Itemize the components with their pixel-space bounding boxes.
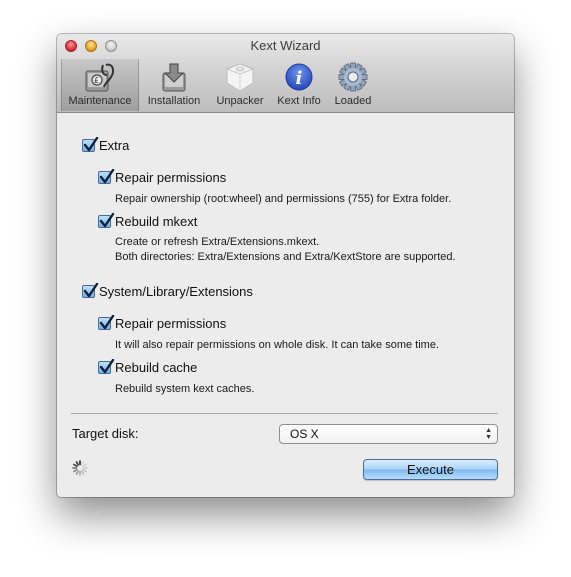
extra-repair-permissions-label: Repair permissions xyxy=(115,170,227,185)
tab-label: Maintenance xyxy=(68,95,132,107)
system-extensions-checkbox[interactable] xyxy=(82,283,99,298)
extra-repair-permissions-description: Repair ownership (root:wheel) and permis… xyxy=(115,193,452,205)
tab-unpacker[interactable]: Unpacker xyxy=(209,59,271,111)
tab-kext-info[interactable]: i Kext Info xyxy=(271,59,327,111)
disk-install-icon xyxy=(157,61,191,93)
system-extensions-label: System/Library/Extensions xyxy=(99,284,253,299)
tab-label: Installation xyxy=(147,95,201,107)
rebuild-mkext-description-line-2: Both directories: Extra/Extensions and E… xyxy=(115,251,456,263)
system-repair-permissions-description: It will also repair permissions on whole… xyxy=(115,339,440,351)
tab-installation[interactable]: Installation xyxy=(139,59,209,111)
execute-button[interactable]: Execute xyxy=(363,459,498,480)
extra-checkbox[interactable] xyxy=(82,137,99,152)
target-disk-label: Target disk: xyxy=(72,426,139,441)
system-repair-permissions-label: Repair permissions xyxy=(115,316,227,331)
gear-icon xyxy=(336,61,370,93)
progress-spinner-icon xyxy=(72,460,88,476)
info-icon: i xyxy=(282,61,316,93)
rebuild-cache-label: Rebuild cache xyxy=(115,360,198,375)
rebuild-cache-checkbox[interactable] xyxy=(98,359,115,374)
section-divider xyxy=(71,413,498,414)
svg-text:£: £ xyxy=(94,76,99,85)
tab-label: Loaded xyxy=(334,95,372,107)
disk-stethoscope-icon: £ xyxy=(83,61,117,93)
tab-loaded[interactable]: Loaded xyxy=(327,59,379,111)
maintenance-panel: Extra Repair permissions Repair ownershi… xyxy=(57,113,514,497)
target-disk-select[interactable]: OS X ▲ ▼ xyxy=(279,424,498,444)
system-repair-permissions-row[interactable]: Repair permissions xyxy=(98,315,227,331)
extra-checkbox-row[interactable]: Extra xyxy=(82,137,130,153)
extra-label: Extra xyxy=(99,138,130,153)
toolbar: £ Maintenance Installation Unpacker i Ke… xyxy=(61,59,379,111)
tab-maintenance[interactable]: £ Maintenance xyxy=(61,59,139,111)
updown-arrows-icon: ▲ ▼ xyxy=(485,427,492,441)
rebuild-mkext-description-line-1: Create or refresh Extra/Extensions.mkext… xyxy=(115,236,320,248)
target-disk-value: OS X xyxy=(290,427,319,441)
tab-label: Kext Info xyxy=(277,95,321,107)
rebuild-cache-description: Rebuild system kext caches. xyxy=(115,383,255,395)
title-bar: Kext Wizard £ Maintenance Installation U… xyxy=(57,34,514,113)
rebuild-mkext-row[interactable]: Rebuild mkext xyxy=(98,213,198,229)
extra-repair-permissions-checkbox[interactable] xyxy=(98,169,115,184)
svg-text:i: i xyxy=(296,68,303,89)
extra-repair-permissions-row[interactable]: Repair permissions xyxy=(98,169,227,185)
kext-wizard-window: Kext Wizard £ Maintenance Installation U… xyxy=(57,34,514,497)
package-box-icon xyxy=(223,61,257,93)
rebuild-mkext-label: Rebuild mkext xyxy=(115,214,198,229)
tab-label: Unpacker xyxy=(216,95,264,107)
window-title: Kext Wizard xyxy=(250,38,321,53)
rebuild-cache-row[interactable]: Rebuild cache xyxy=(98,359,198,375)
system-extensions-checkbox-row[interactable]: System/Library/Extensions xyxy=(82,283,253,299)
system-repair-permissions-checkbox[interactable] xyxy=(98,315,115,330)
rebuild-mkext-checkbox[interactable] xyxy=(98,213,115,228)
